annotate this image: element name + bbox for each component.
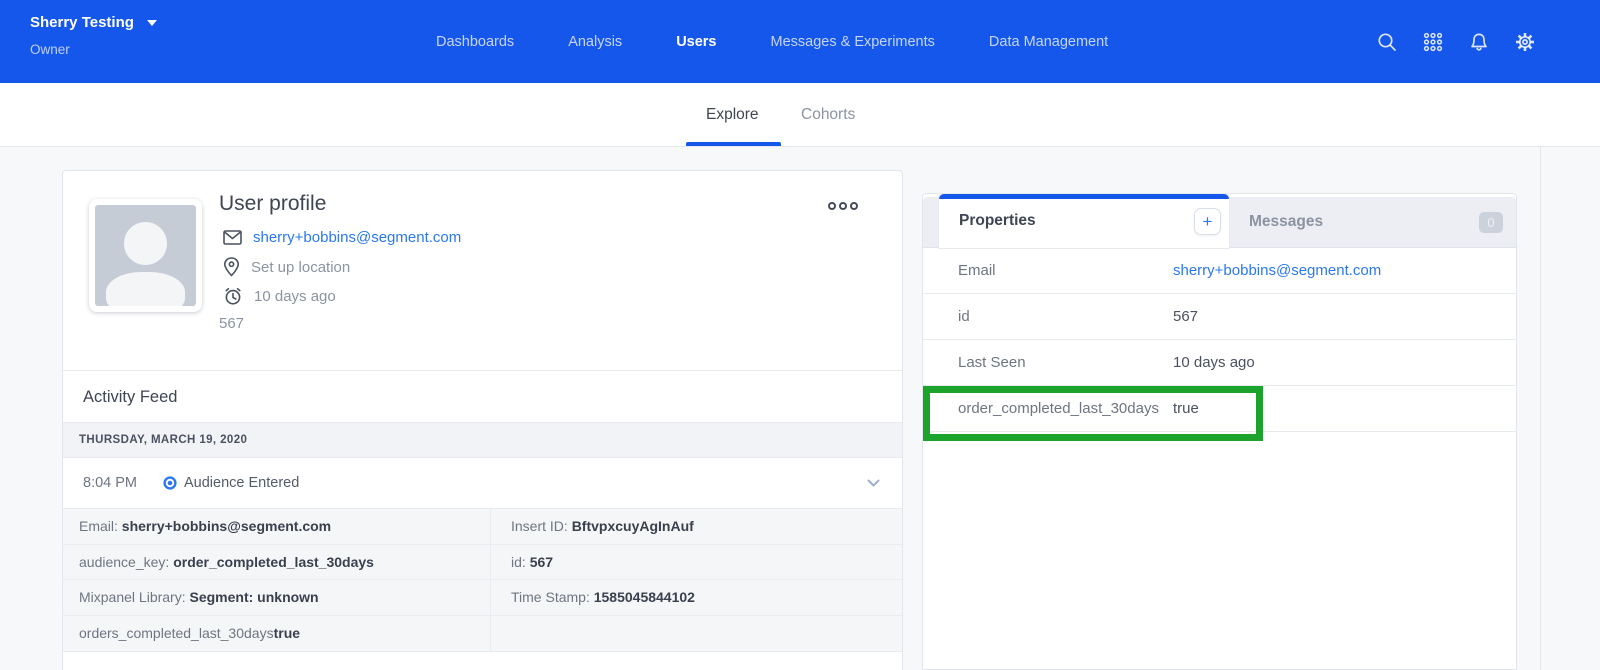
- profile-email-link[interactable]: sherry+bobbins@segment.com: [253, 229, 461, 246]
- apps-grid-icon[interactable]: [1422, 31, 1444, 53]
- profile-last-seen-row: 10 days ago: [223, 285, 336, 307]
- nav-item-analysis[interactable]: Analysis: [568, 34, 622, 50]
- profile-user-id: 567: [219, 315, 244, 332]
- activity-event-row[interactable]: 8:04 PM Audience Entered: [63, 458, 902, 508]
- event-prop-cell: Time Stamp: 1585045844102: [491, 580, 902, 616]
- project-name: Sherry Testing: [30, 14, 134, 31]
- profile-location-row: Set up location: [223, 256, 350, 278]
- messages-count-badge: 0: [1479, 212, 1503, 233]
- event-prop-cell: [491, 616, 902, 652]
- event-type-dot-icon: [163, 476, 177, 490]
- search-icon[interactable]: [1376, 31, 1398, 53]
- location-pin-icon: [223, 257, 240, 277]
- property-row-id: id 567: [923, 294, 1516, 340]
- nav-item-messages-experiments[interactable]: Messages & Experiments: [771, 34, 935, 50]
- user-profile-card: User profile sherry+bobbins@segment.com …: [62, 170, 903, 670]
- content-gutter-divider: [1540, 147, 1541, 670]
- nav-icon-group: [1376, 0, 1536, 83]
- tab-explore[interactable]: Explore: [706, 83, 759, 146]
- main-nav-menu: Dashboards Analysis Users Messages & Exp…: [436, 0, 1108, 83]
- event-name: Audience Entered: [184, 458, 299, 508]
- page-title: User profile: [219, 192, 326, 216]
- tab-messages[interactable]: Messages 0: [1229, 197, 1516, 248]
- activity-date-label: THURSDAY, MARCH 19, 2020: [79, 423, 247, 457]
- overflow-menu-icon[interactable]: [828, 202, 858, 210]
- chevron-down-icon: [147, 20, 157, 26]
- tab-cohorts[interactable]: Cohorts: [801, 83, 855, 146]
- mixpanel-user-profile-page: Sherry Testing Owner Dashboards Analysis…: [0, 0, 1600, 670]
- activity-feed-header: Activity Feed: [63, 370, 902, 422]
- event-prop-cell: Insert ID: BftvpxcuyAgInAuf: [491, 509, 902, 545]
- add-property-button[interactable]: +: [1194, 208, 1221, 235]
- event-prop-cell: Email: sherry+bobbins@segment.com: [63, 509, 491, 545]
- properties-panel: Messages 0 Properties + Email sherry+bob…: [922, 193, 1517, 670]
- active-tab-underline: [686, 142, 781, 146]
- event-prop-cell: orders_completed_last_30daystrue: [63, 616, 491, 652]
- event-prop-cell: id: 567: [491, 545, 902, 581]
- property-row-order-completed: order_completed_last_30days true: [923, 386, 1516, 432]
- event-time: 8:04 PM: [83, 458, 137, 508]
- property-row-email: Email sherry+bobbins@segment.com: [923, 248, 1516, 294]
- collapse-chevron-icon[interactable]: [867, 479, 880, 487]
- project-switcher[interactable]: Sherry Testing: [30, 14, 157, 31]
- activity-date-band: THURSDAY, MARCH 19, 2020: [63, 422, 902, 458]
- event-prop-cell: audience_key: order_completed_last_30day…: [63, 545, 491, 581]
- property-email-link[interactable]: sherry+bobbins@segment.com: [1173, 248, 1381, 294]
- activity-feed-title: Activity Feed: [83, 371, 177, 423]
- nav-item-data-management[interactable]: Data Management: [989, 34, 1108, 50]
- tab-properties[interactable]: Properties +: [939, 194, 1229, 248]
- profile-last-seen-text: 10 days ago: [254, 288, 336, 305]
- properties-table: Email sherry+bobbins@segment.com id 567 …: [923, 248, 1516, 432]
- tab-messages-label: Messages: [1249, 197, 1323, 246]
- event-prop-cell: Mixpanel Library: Segment: unknown: [63, 580, 491, 616]
- avatar: [89, 199, 202, 312]
- users-sub-tabbar: Explore Cohorts: [0, 83, 1600, 147]
- nav-item-users[interactable]: Users: [676, 34, 716, 50]
- settings-gear-icon[interactable]: [1514, 31, 1536, 53]
- tab-properties-label: Properties: [959, 194, 1036, 248]
- clock-icon: [223, 287, 243, 306]
- property-row-last-seen: Last Seen 10 days ago: [923, 340, 1516, 386]
- top-navigation-bar: Sherry Testing Owner Dashboards Analysis…: [0, 0, 1600, 83]
- profile-location-text[interactable]: Set up location: [251, 259, 350, 276]
- user-role-label: Owner: [30, 42, 70, 57]
- profile-email-row: sherry+bobbins@segment.com: [223, 226, 461, 248]
- notifications-bell-icon[interactable]: [1468, 31, 1490, 53]
- envelope-icon: [223, 230, 242, 245]
- event-properties-table: Email: sherry+bobbins@segment.com Insert…: [63, 508, 902, 652]
- nav-item-dashboards[interactable]: Dashboards: [436, 34, 514, 50]
